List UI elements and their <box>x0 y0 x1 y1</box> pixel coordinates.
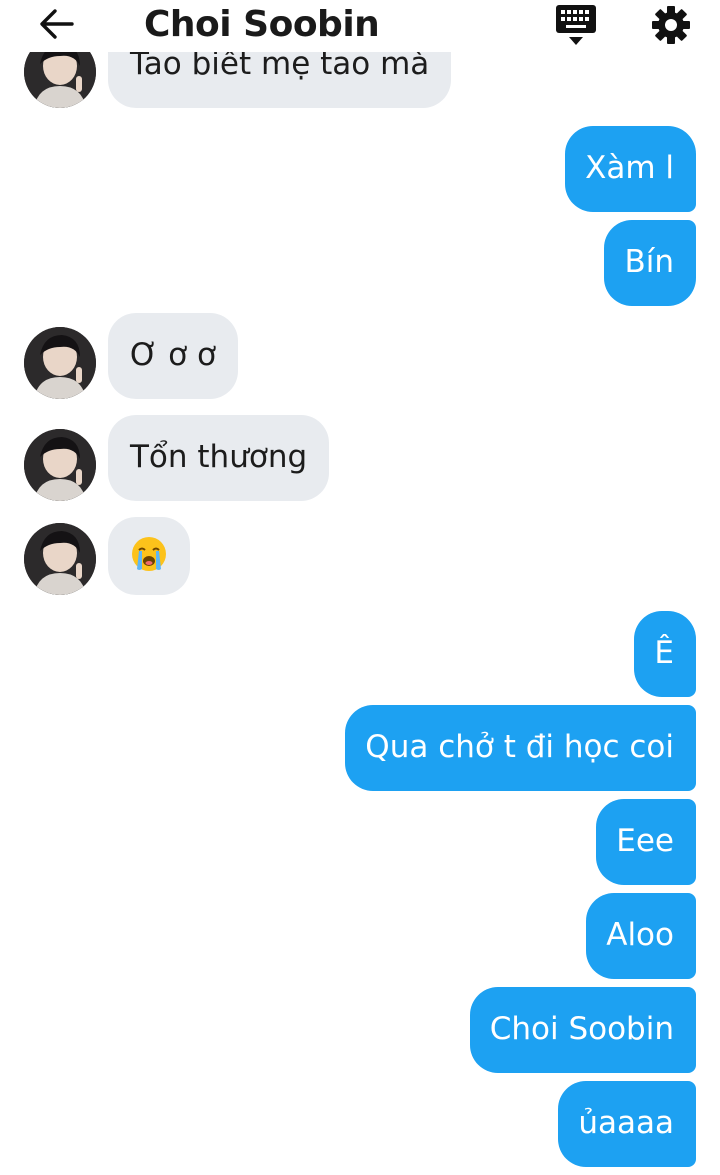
message-bubble-outgoing[interactable]: Qua chở t đi học coi <box>345 705 696 791</box>
back-button[interactable] <box>34 4 78 44</box>
contact-avatar[interactable] <box>24 429 96 501</box>
message-text: Xàm l <box>585 150 674 186</box>
message-bubble-outgoing[interactable]: Aloo <box>586 893 696 979</box>
message-text: Eee <box>616 823 674 859</box>
loudly-crying-face-emoji <box>132 537 166 571</box>
chat-header: Choi Soobin <box>0 0 720 52</box>
message-text: Choi Soobin <box>489 1011 674 1047</box>
arrow-left-icon <box>40 9 74 39</box>
contact-avatar[interactable] <box>24 523 96 595</box>
message-bubble-incoming[interactable]: Ơ ơ ơ <box>108 313 238 399</box>
message-text: Tổn thương <box>130 439 308 475</box>
contact-avatar[interactable] <box>24 327 96 399</box>
message-text: Ê <box>654 635 674 671</box>
message-bubble-incoming[interactable] <box>108 517 190 595</box>
message-list[interactable]: Tao biết mẹ tao mà Xàm l Bín Ơ ơ ơ Tổn t… <box>0 0 720 1175</box>
message-bubble-outgoing[interactable]: Choi Soobin <box>469 987 696 1073</box>
message-bubble-outgoing[interactable]: Ê <box>634 611 696 697</box>
message-bubble-outgoing[interactable]: ủaaaa <box>558 1081 696 1167</box>
message-bubble-incoming[interactable]: Tổn thương <box>108 415 330 501</box>
message-bubble-outgoing[interactable]: Xàm l <box>565 126 696 212</box>
message-text: Bín <box>624 244 674 280</box>
message-text: ủaaaa <box>578 1105 674 1141</box>
keyboard-icon <box>556 5 596 45</box>
gear-icon <box>652 6 690 44</box>
message-text: Qua chở t đi học coi <box>365 729 674 765</box>
message-text: Ơ ơ ơ <box>130 337 216 373</box>
keyboard-toggle-button[interactable] <box>553 3 599 47</box>
message-bubble-outgoing[interactable]: Bín <box>604 220 696 306</box>
settings-button[interactable] <box>648 3 694 47</box>
conversation-title: Choi Soobin <box>144 4 380 45</box>
message-bubble-outgoing[interactable]: Eee <box>596 799 696 885</box>
message-text: Aloo <box>606 917 674 953</box>
